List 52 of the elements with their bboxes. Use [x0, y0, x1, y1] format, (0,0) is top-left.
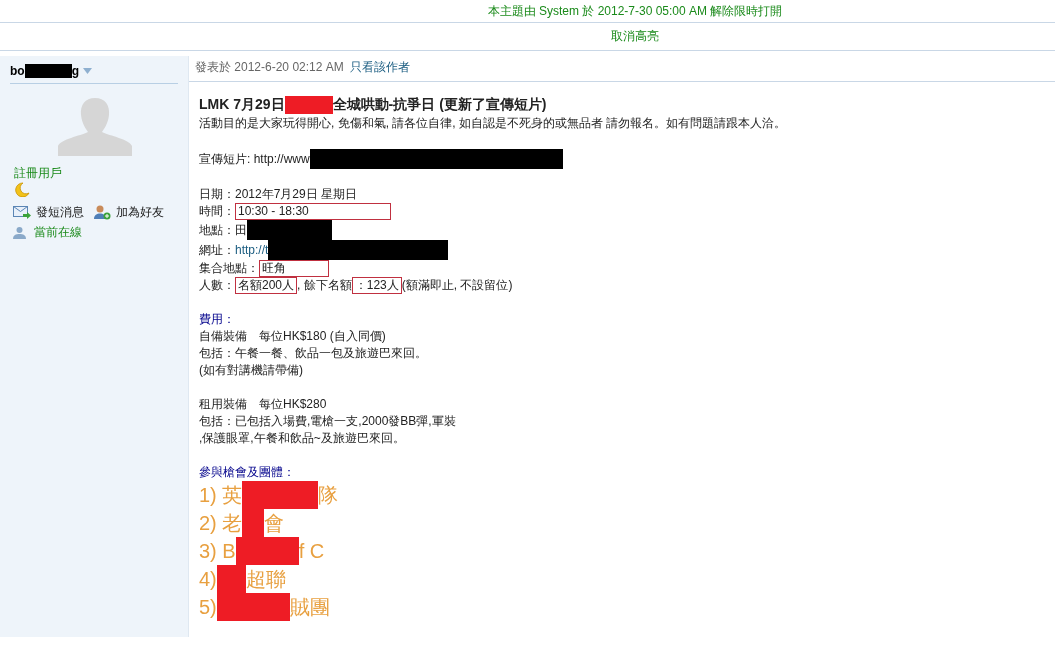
- username[interactable]: g: [71, 64, 79, 78]
- post-text: 人數：: [199, 277, 235, 294]
- person-icon: [13, 226, 26, 239]
- highlighted-value: 10:30 - 18:30: [235, 203, 391, 220]
- avatar-silhouette-icon: [57, 96, 133, 156]
- group-name: 3) B: [199, 539, 236, 563]
- action-link[interactable]: 發短消息: [36, 204, 84, 221]
- highlighted-value: 名額200人: [235, 277, 298, 294]
- post-text: 地點：田: [199, 221, 247, 239]
- add-friend-icon[interactable]: [94, 205, 111, 220]
- action-link[interactable]: 加為好友: [116, 204, 164, 221]
- notice-text: 本主題由 System 於 2012-7-30 05:00 AM 解除限時打開: [487, 2, 783, 20]
- group-name: 4): [199, 567, 217, 591]
- post-text: 包括：午餐一餐、飲品一包及旅遊巴來回。: [199, 345, 427, 362]
- post-text: (額滿即止, 不設留位): [401, 277, 513, 294]
- post-text: ,保護眼罩,午餐和飲品~及旅遊巴來回。: [199, 430, 405, 447]
- group-name: 1) 英: [199, 482, 243, 508]
- section-heading: 參與槍會及團體：: [199, 464, 295, 481]
- dropdown-caret-icon[interactable]: [83, 68, 92, 74]
- notice-text: 取消高亮: [611, 28, 659, 45]
- post-text: 日期：2012年7月29日 星期日: [199, 186, 358, 203]
- post-text: , 餘下名額: [297, 277, 352, 294]
- post-date: 發表於 2012-6-20 02:12 AM: [195, 59, 344, 76]
- url-link[interactable]: http://t: [235, 243, 269, 257]
- post-text: 活動目的是大家玩得開心, 免傷和氣, 請各位自律, 如自認是不死身的或無品者 請勿報名。如有問題請跟本人洽。: [199, 115, 787, 132]
- post-text: (如有對講機請帶備): [199, 362, 303, 379]
- highlighted-value: 旺角: [259, 260, 329, 277]
- group-name: 超聯: [245, 566, 286, 592]
- post-text: 時間：: [199, 203, 235, 220]
- redaction-bar: [24, 64, 72, 78]
- user-role: 註冊用戶: [14, 166, 62, 180]
- username[interactable]: bo: [10, 64, 25, 78]
- group-name: 隊: [318, 482, 339, 508]
- group-name: 5): [199, 595, 217, 619]
- post-title: LMK 7月29日: [199, 96, 285, 114]
- moon-icon: [14, 182, 30, 197]
- envelope-icon[interactable]: [13, 206, 31, 219]
- online-status: 當前在線: [34, 224, 82, 241]
- author-only-link[interactable]: 只看該作者: [349, 59, 410, 76]
- highlighted-value: ：123人: [351, 277, 402, 294]
- group-name: 賊團: [289, 594, 330, 620]
- post-title: 全城哄動-抗爭日 (更新了宣傳短片): [332, 96, 547, 114]
- section-heading: 費用：: [199, 311, 235, 328]
- group-name: 會: [264, 510, 285, 536]
- post-text: 租用裝備 每位HK$280: [199, 396, 327, 413]
- post-text: 集合地點：: [199, 260, 259, 277]
- post-text: 宣傳短片: http://www: [199, 150, 310, 168]
- group-name: 2) 老: [199, 510, 243, 536]
- post-text: 包括：已包括入場費,電槍一支,2000發BB彈,軍裝: [199, 413, 456, 430]
- post-text: 網址：: [199, 241, 235, 259]
- post-text: 自備裝備 每位HK$180 (自入同價): [199, 328, 386, 345]
- group-name: f C: [298, 539, 325, 563]
